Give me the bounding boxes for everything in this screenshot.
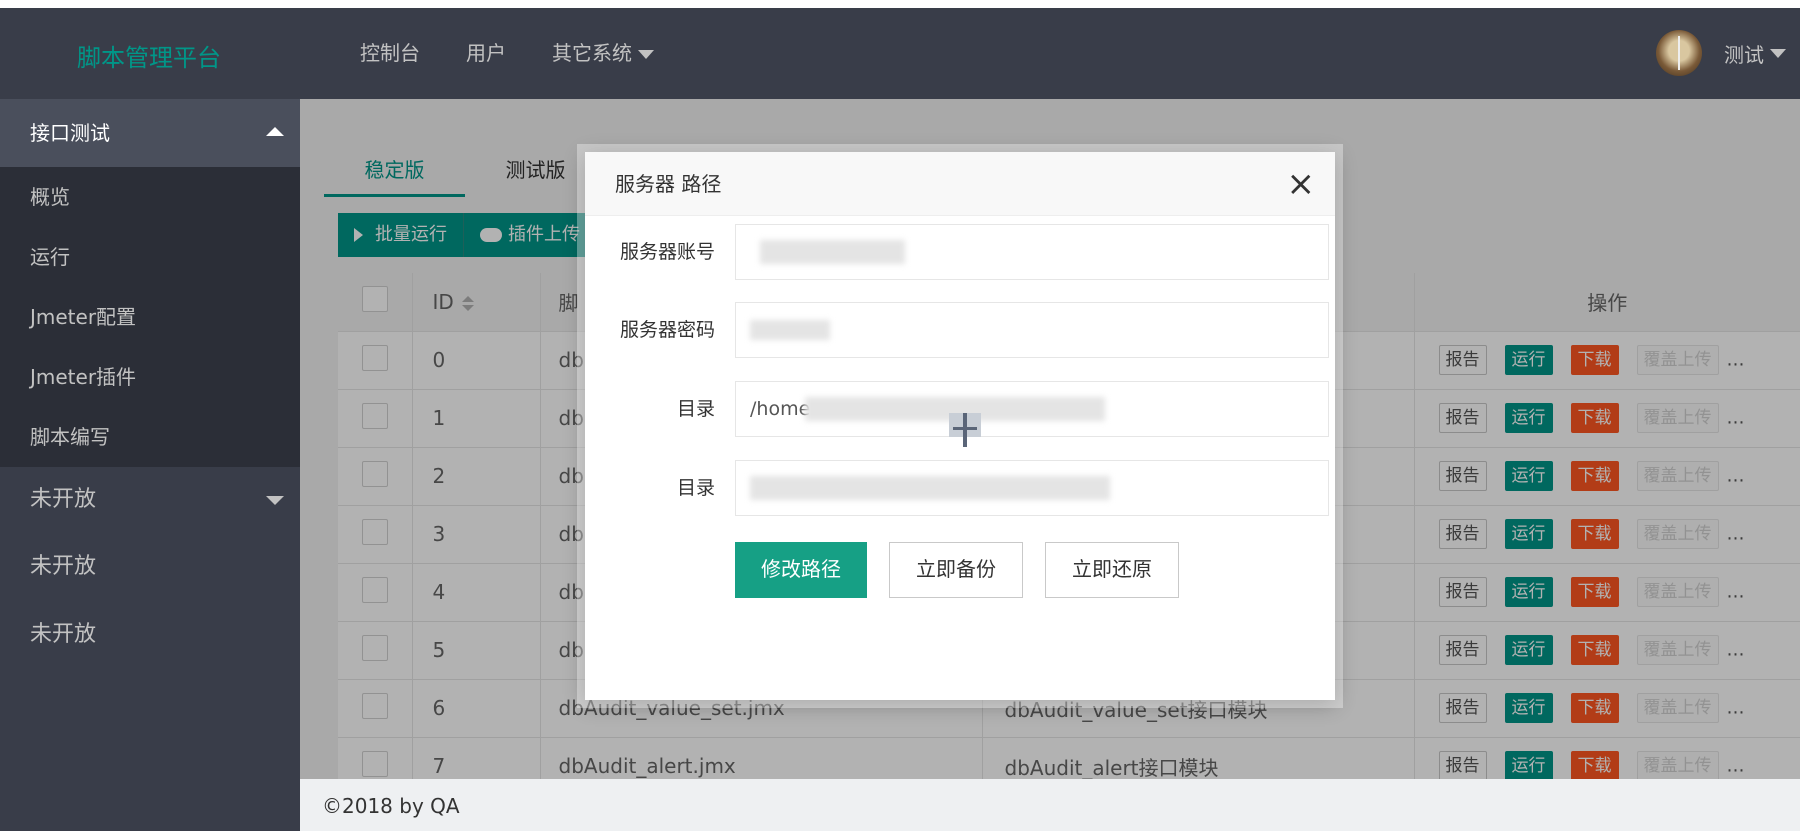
redaction-blur — [750, 320, 830, 340]
chevron-up-icon — [266, 127, 284, 136]
nav-other-systems[interactable]: 其它系统 — [552, 8, 654, 99]
nav-other-systems-label: 其它系统 — [552, 41, 632, 65]
footer: ©2018 by QA — [300, 779, 1800, 831]
nav-console[interactable]: 控制台 — [360, 8, 420, 99]
form-row-account: 服务器账号 — [585, 224, 1335, 280]
sidebar-item-overview[interactable]: 概览 — [0, 167, 300, 227]
modal-header: 服务器 路径 × — [585, 152, 1335, 216]
modal-title: 服务器 路径 — [615, 172, 722, 196]
sidebar-group-not-open[interactable]: 未开放 — [0, 467, 300, 533]
sidebar-submenu: 概览 运行 Jmeter配置 Jmeter插件 脚本编写 — [0, 167, 300, 467]
app-logo[interactable]: 脚本管理平台 — [77, 38, 221, 73]
nav-users[interactable]: 用户 — [466, 8, 506, 99]
chevron-down-icon — [266, 496, 284, 505]
sidebar-item-script-write[interactable]: 脚本编写 — [0, 407, 300, 467]
sidebar-item-run[interactable]: 运行 — [0, 227, 300, 287]
redaction-blur — [750, 476, 1110, 500]
modify-path-button[interactable]: 修改路径 — [735, 542, 867, 598]
form-actions: 修改路径 立即备份 立即还原 — [735, 542, 1201, 598]
account-label: 服务器账号 — [619, 241, 715, 263]
sidebar-item-not-open-1[interactable]: 未开放 — [0, 533, 300, 601]
sidebar-group-label: 未开放 — [30, 487, 97, 512]
sidebar-item-not-open-2[interactable]: 未开放 — [0, 601, 300, 669]
password-label: 服务器密码 — [619, 319, 715, 341]
sidebar-item-jmeter-plugin[interactable]: Jmeter插件 — [0, 347, 300, 407]
footer-copyright: ©2018 by QA — [322, 794, 460, 818]
browser-top-strip — [0, 0, 1800, 8]
app-header: 脚本管理平台 控制台 用户 其它系统 测试 — [0, 8, 1800, 99]
user-menu[interactable]: 测试 — [1656, 30, 1786, 76]
close-icon[interactable]: × — [1287, 152, 1316, 216]
chevron-down-icon — [1770, 48, 1786, 58]
sidebar-group-api-test[interactable]: 接口测试 — [0, 99, 300, 167]
path-modal: 服务器 路径 × 服务器账号 服务器密码 目录 目录 修改路径 立即备份 立即还… — [585, 152, 1335, 700]
user-name: 测试 — [1724, 42, 1764, 67]
sidebar-group-label: 接口测试 — [30, 121, 110, 145]
top-nav: 控制台 用户 其它系统 — [360, 8, 700, 99]
redaction-blur — [760, 240, 905, 264]
avatar — [1656, 30, 1702, 76]
sidebar-item-jmeter-config[interactable]: Jmeter配置 — [0, 287, 300, 347]
chevron-down-icon — [638, 50, 654, 59]
form-row-dir-2: 目录 — [585, 460, 1335, 516]
backup-directory-label: 目录 — [676, 477, 715, 499]
form-row-password: 服务器密码 — [585, 302, 1335, 358]
sidebar: 接口测试 概览 运行 Jmeter配置 Jmeter插件 脚本编写 未开放 未开… — [0, 99, 300, 831]
restore-now-button[interactable]: 立即还原 — [1045, 542, 1179, 598]
directory-label: 目录 — [676, 398, 715, 420]
loading-icon — [945, 407, 985, 447]
backup-now-button[interactable]: 立即备份 — [889, 542, 1023, 598]
